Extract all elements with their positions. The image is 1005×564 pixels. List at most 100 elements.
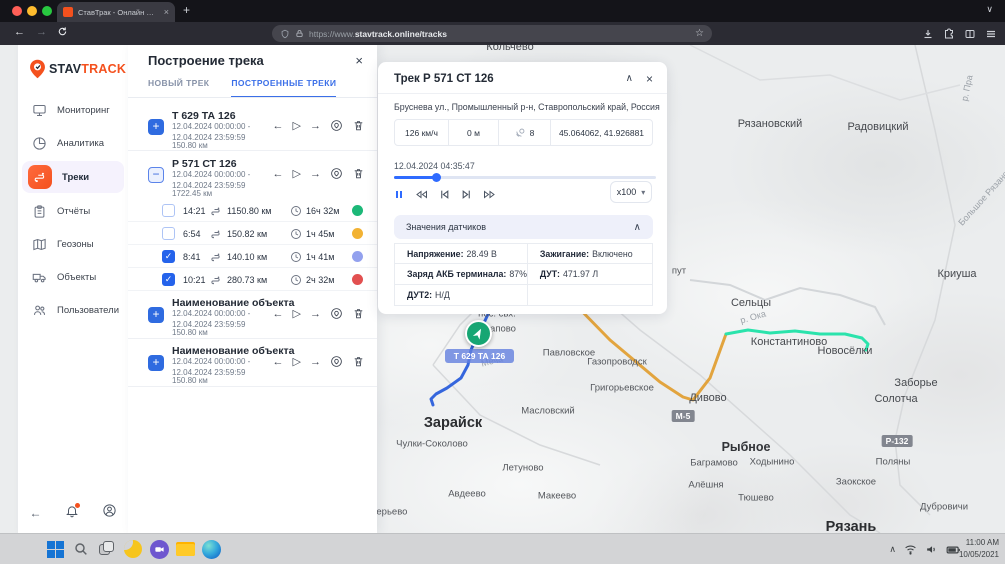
new-tab-button[interactable]: + — [183, 3, 190, 17]
prev-track-icon[interactable]: ← — [273, 308, 284, 320]
tracks-tabs: НОВЫЙ ТРЕК ПОСТРОЕННЫЕ ТРЕКИ — [148, 78, 336, 98]
subtrack-row-2[interactable]: 6:54 150.82 км 1ч 45м — [128, 222, 377, 245]
sidebar-item-users[interactable]: Пользователи — [22, 295, 124, 325]
locate-pin-icon[interactable] — [330, 355, 343, 368]
sidebar-item-monitoring[interactable]: Мониторинг — [22, 95, 124, 125]
delete-trash-icon[interactable] — [352, 167, 365, 180]
delete-trash-icon[interactable] — [352, 119, 365, 132]
subtrack-checkbox[interactable]: ✓ — [162, 250, 175, 263]
menu-icon[interactable] — [985, 28, 997, 40]
map-label: Поляны — [876, 457, 911, 468]
subtrack-row-1[interactable]: 14:21 1150.80 км 16ч 32м — [128, 199, 377, 222]
sensors-header[interactable]: Значения датчиков ∧ — [394, 215, 653, 239]
reload-icon[interactable] — [57, 26, 68, 40]
next-track-icon[interactable]: → — [310, 308, 321, 320]
play-track-icon[interactable]: ▷ — [293, 307, 301, 320]
route-icon — [210, 204, 222, 222]
locate-pin-icon[interactable] — [330, 307, 343, 320]
volume-icon[interactable] — [925, 543, 938, 556]
sidebar-item-tracks[interactable]: Треки — [22, 161, 124, 193]
tab-new-track[interactable]: НОВЫЙ ТРЕК — [148, 78, 209, 98]
tracks-panel-close-icon[interactable]: × — [355, 53, 363, 68]
next-track-icon[interactable]: → — [310, 120, 321, 132]
extensions-icon[interactable] — [943, 28, 955, 40]
bookmark-star-icon[interactable]: ☆ — [695, 28, 704, 39]
window-close-button[interactable] — [12, 6, 22, 16]
map-label: апово — [490, 324, 516, 335]
vehicle-label-badge[interactable]: Т 629 ТА 126 — [445, 349, 514, 363]
search-icon[interactable] — [70, 538, 92, 560]
tab-list-chevron-icon[interactable]: ∨ — [986, 4, 993, 15]
window-zoom-button[interactable] — [42, 6, 52, 16]
prev-track-icon[interactable]: ← — [273, 168, 284, 180]
subtrack-row-3[interactable]: ✓ 8:41 140.10 км 1ч 41м — [128, 245, 377, 268]
next-track-icon[interactable]: → — [310, 168, 321, 180]
track-item-4[interactable]: + Наименование объекта 12.04.2024 00:00:… — [128, 339, 377, 387]
file-explorer-icon[interactable] — [174, 538, 196, 560]
playback-speed-select[interactable]: x100 ▾ — [610, 181, 652, 203]
play-track-icon[interactable]: ▷ — [293, 167, 301, 180]
url-bar[interactable]: https://www.stavtrack.online/tracks ☆ — [272, 25, 712, 42]
track-item-1[interactable]: + Т 629 ТА 126 12.04.2024 00:00:00 - 12.… — [128, 103, 377, 151]
next-track-icon[interactable]: → — [310, 356, 321, 368]
subtrack-checkbox[interactable]: ✓ — [162, 273, 175, 286]
expand-button[interactable]: + — [148, 355, 164, 371]
sidebar-item-analytics[interactable]: Аналитика — [22, 128, 124, 158]
skip-forward-icon[interactable] — [461, 189, 472, 200]
skip-back-icon[interactable] — [439, 189, 450, 200]
locate-pin-icon[interactable] — [330, 119, 343, 132]
fast-forward-icon[interactable] — [483, 189, 496, 200]
subtrack-checkbox[interactable] — [162, 204, 175, 217]
track-item-3[interactable]: + Наименование объекта 12.04.2024 00:00:… — [128, 291, 377, 339]
slider-fill — [394, 176, 436, 179]
task-view-icon[interactable] — [96, 538, 118, 560]
play-track-icon[interactable]: ▷ — [293, 355, 301, 368]
vehicle-marker[interactable] — [465, 320, 492, 347]
tab-close-icon[interactable]: × — [164, 7, 169, 17]
tab-built-tracks[interactable]: ПОСТРОЕННЫЕ ТРЕКИ — [231, 78, 336, 98]
sidebar-toggle-icon[interactable] — [964, 28, 976, 40]
slider-knob[interactable] — [432, 173, 441, 182]
wifi-icon[interactable] — [904, 543, 917, 556]
downloads-icon[interactable] — [922, 28, 934, 40]
video-app-icon[interactable] — [148, 538, 170, 560]
track-item-2[interactable]: − Р 571 СТ 126 12.04.2024 00:00:00 - 12.… — [128, 151, 377, 199]
taskbar-clock[interactable]: 11:00 AM 10/05/2021 — [959, 537, 999, 561]
detail-close-icon[interactable]: × — [646, 72, 653, 86]
url-text[interactable]: https://www.stavtrack.online/tracks — [309, 29, 447, 39]
account-icon[interactable] — [102, 503, 117, 523]
forward-icon[interactable]: → — [36, 26, 47, 38]
prev-track-icon[interactable]: ← — [273, 120, 284, 132]
pause-icon[interactable] — [394, 189, 404, 200]
collapse-button[interactable]: − — [148, 167, 164, 183]
edge-browser-icon[interactable] — [200, 538, 222, 560]
notifications-bell-icon[interactable] — [65, 504, 79, 523]
url-host: stavtrack.online/tracks — [355, 29, 447, 39]
subtrack-checkbox[interactable] — [162, 227, 175, 240]
tray-chevron-icon[interactable]: ∧ — [889, 544, 896, 555]
expand-button[interactable]: + — [148, 307, 164, 323]
browser-tab[interactable]: СтавТрак - Онлайн мониторинг × — [57, 2, 175, 22]
window-minimize-button[interactable] — [27, 6, 37, 16]
map-label: Баграмово — [690, 458, 738, 469]
start-button[interactable] — [44, 538, 66, 560]
playback-slider[interactable] — [394, 176, 656, 179]
sidebar-item-geozones[interactable]: Геозоны — [22, 229, 124, 259]
collapse-sidebar-icon[interactable]: ← — [30, 506, 42, 520]
play-track-icon[interactable]: ▷ — [293, 119, 301, 132]
sidebar-item-objects[interactable]: Объекты — [22, 262, 124, 292]
shield-icon[interactable] — [280, 29, 290, 39]
back-icon[interactable]: ← — [14, 26, 25, 38]
locate-pin-icon[interactable] — [330, 167, 343, 180]
prev-track-icon[interactable]: ← — [273, 356, 284, 368]
expand-button[interactable]: + — [148, 119, 164, 135]
delete-trash-icon[interactable] — [352, 355, 365, 368]
app-logo: STAVTRACK — [29, 59, 126, 79]
rewind-icon[interactable] — [415, 189, 428, 200]
detail-collapse-icon[interactable]: ∧ — [626, 73, 633, 84]
subtrack-row-4[interactable]: ✓ 10:21 280.73 км 2ч 32м — [128, 268, 377, 291]
map-label: Григорьевское — [590, 383, 654, 394]
moon-app-icon[interactable] — [122, 538, 144, 560]
sidebar-item-reports[interactable]: Отчёты — [22, 196, 124, 226]
delete-trash-icon[interactable] — [352, 307, 365, 320]
